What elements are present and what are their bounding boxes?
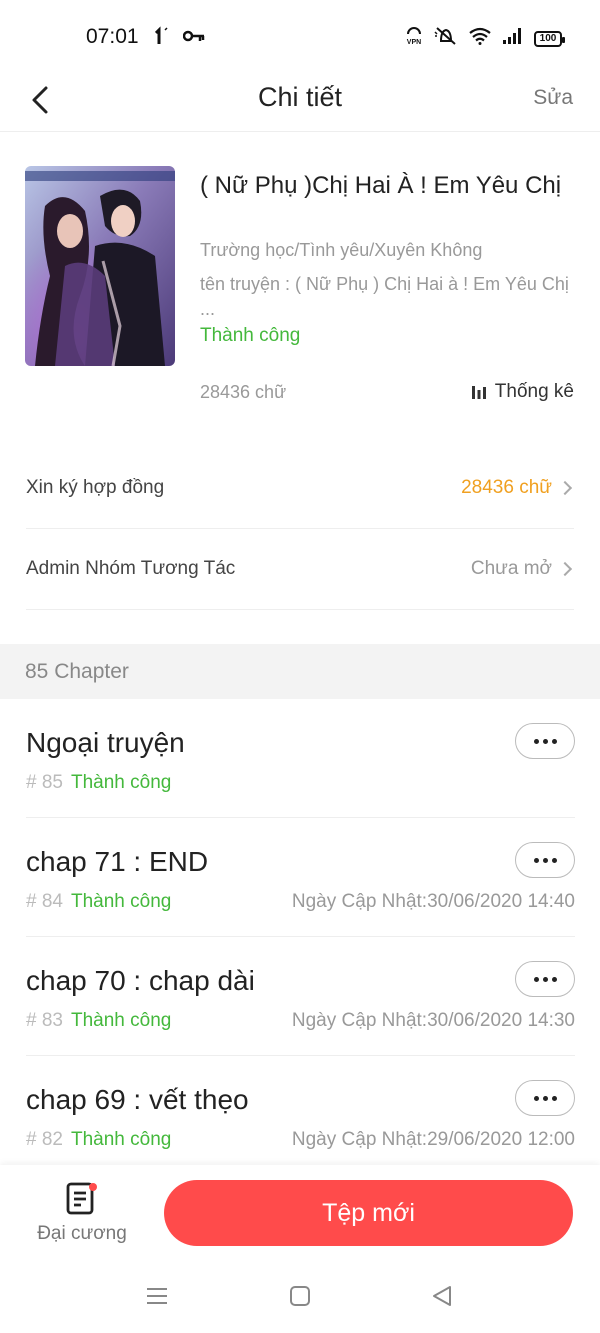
page-title: Chi tiết xyxy=(257,82,343,112)
chapter-number: # 82 xyxy=(26,1129,63,1150)
more-options-button[interactable] xyxy=(515,723,575,759)
more-options-button[interactable] xyxy=(515,1080,575,1116)
svg-text:VPN: VPN xyxy=(407,39,421,46)
more-icon xyxy=(533,976,539,982)
more-icon xyxy=(533,738,539,744)
more-icon xyxy=(533,857,539,863)
book-genre: Trường học/Tình yêu/Xuyên Không xyxy=(200,240,483,260)
chapter-updated-date: Ngày Cập Nhật:30/06/2020 14:40 xyxy=(291,891,575,912)
outline-button[interactable]: Đại cương xyxy=(30,1181,134,1253)
contract-request-row[interactable]: Xin ký hợp đồng 28436 chữ xyxy=(26,448,574,529)
book-status: Thành công xyxy=(200,325,301,346)
chapter-updated-date: Ngày Cập Nhật:30/06/2020 14:30 xyxy=(291,1010,575,1031)
book-cover-image[interactable] xyxy=(25,166,175,366)
contract-request-label: Xin ký hợp đồng xyxy=(26,477,165,498)
chapter-item[interactable]: chap 69 : vết thẹo # 82 Thành công Ngày … xyxy=(26,1056,575,1175)
admin-group-value: Chưa mở xyxy=(470,558,552,579)
chapter-item[interactable]: chap 70 : chap dài # 83 Thành công Ngày … xyxy=(26,937,575,1056)
more-icon xyxy=(533,1095,539,1101)
contract-request-value: 28436 chữ xyxy=(461,477,552,498)
status-bar: 07:01 VPN 100 xyxy=(0,0,600,72)
wifi-icon xyxy=(468,27,492,50)
chapter-count: 85 Chapter xyxy=(25,660,129,683)
menu-icon[interactable] xyxy=(146,1285,168,1307)
document-icon xyxy=(66,1182,97,1215)
more-options-button[interactable] xyxy=(515,842,575,878)
admin-group-row[interactable]: Admin Nhóm Tương Tác Chưa mở xyxy=(26,529,574,610)
chapter-updated-date: Ngày Cập Nhật:29/06/2020 12:00 xyxy=(291,1129,575,1150)
battery-icon: 100 xyxy=(534,30,565,47)
top-app-bar: Chi tiết Sửa xyxy=(0,72,600,132)
new-file-button[interactable]: Tệp mới xyxy=(164,1180,573,1246)
chapter-status: Thành công xyxy=(70,1010,172,1031)
bar-chart-icon xyxy=(471,386,486,399)
signal-icon xyxy=(502,27,524,50)
chapter-number: # 84 xyxy=(26,891,63,912)
chapter-item[interactable]: Ngoại truyện # 85 Thành công xyxy=(26,699,575,818)
chapter-title: Ngoại truyện xyxy=(26,727,185,758)
chapter-title: chap 70 : chap dài xyxy=(26,965,255,996)
chapter-status: Thành công xyxy=(70,891,172,912)
word-count: 28436 chữ xyxy=(200,382,287,402)
arrow-icon xyxy=(154,26,171,51)
system-navigation-bar xyxy=(0,1265,600,1333)
key-icon xyxy=(182,29,205,48)
book-description: tên truyện : ( Nữ Phụ ) Chị Hai à ! Em Y… xyxy=(200,274,569,319)
chapter-title: chap 71 : END xyxy=(26,846,209,877)
back-nav-icon[interactable] xyxy=(430,1284,454,1308)
status-time: 07:01 xyxy=(86,25,139,48)
chapter-status: Thành công xyxy=(70,1129,172,1150)
admin-group-label: Admin Nhóm Tương Tác xyxy=(26,558,236,579)
bottom-action-bar: Đại cương Tệp mới xyxy=(0,1165,600,1265)
chevron-right-icon xyxy=(557,561,573,577)
chapter-status: Thành công xyxy=(70,772,172,793)
chevron-right-icon xyxy=(557,480,573,496)
statistics-button[interactable]: Thống kê xyxy=(471,381,574,403)
chapter-number: # 85 xyxy=(26,772,63,793)
home-icon[interactable] xyxy=(289,1285,311,1307)
book-title: ( Nữ Phụ )Chị Hai À ! Em Yêu Chị xyxy=(200,172,562,199)
chapter-number: # 83 xyxy=(26,1010,63,1031)
statistics-label: Thống kê xyxy=(494,381,574,402)
edit-button[interactable]: Sửa xyxy=(533,86,573,110)
chapter-section-header: 85 Chapter xyxy=(0,644,600,699)
chapter-title: chap 69 : vết thẹo xyxy=(26,1084,249,1115)
outline-label: Đại cương xyxy=(37,1223,127,1244)
chapter-item[interactable]: chap 71 : END # 84 Thành công Ngày Cập N… xyxy=(26,818,575,937)
vpn-icon: VPN xyxy=(404,26,424,51)
more-options-button[interactable] xyxy=(515,961,575,997)
mute-icon xyxy=(434,26,458,51)
